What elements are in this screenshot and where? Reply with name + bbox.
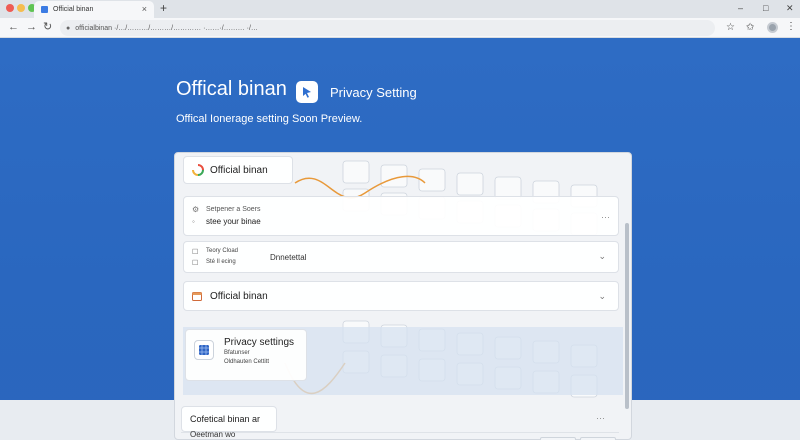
blue-grid-icon xyxy=(194,340,214,360)
tab-close-icon[interactable]: × xyxy=(142,4,147,14)
privacy-settings-line1: Bfatunser xyxy=(224,350,250,356)
cofetical-card[interactable]: Cofetical binan ar xyxy=(181,406,277,432)
more-options-icon[interactable]: ··· xyxy=(601,212,610,222)
official-binan-row-label: Official binan xyxy=(210,291,268,302)
back-button[interactable]: ← xyxy=(8,21,19,33)
setpener-line2: stee your binae xyxy=(206,217,261,226)
page-title: Offical binan xyxy=(176,78,287,100)
window-close-dot[interactable] xyxy=(6,4,14,12)
privacy-settings-line2: Oldhauten Cettitt xyxy=(224,359,270,365)
gear-icon: ⚙ xyxy=(192,205,200,214)
bookmark-star-icon[interactable]: ✩ xyxy=(746,22,754,33)
page-subtitle: Offical Ionerage setting Soon Preview. xyxy=(176,113,363,125)
teory-line1: Teory Cload xyxy=(206,248,239,254)
privacy-setting-heading: Privacy Setting xyxy=(330,85,417,100)
window-minimize-dot[interactable] xyxy=(17,4,25,12)
browser-tab[interactable]: Official binan × xyxy=(34,1,154,18)
calendar-icon xyxy=(192,292,202,301)
avatar[interactable] xyxy=(767,22,778,33)
browser-toolbar: ← → ↻ ● officialbinan ·/…/………/………/………… ·… xyxy=(0,18,800,38)
lock-icon: ● xyxy=(66,24,71,32)
privacy-settings-card[interactable]: Privacy settings Bfatunser Oldhauten Cet… xyxy=(185,329,307,381)
cursor-pointer-icon xyxy=(296,81,318,103)
setpener-line1: Setpener a Soers xyxy=(206,206,261,213)
shield-icon: ◦ xyxy=(192,217,195,226)
dnnetettal-label: Dnnetettal xyxy=(270,253,307,262)
tab-bar: Official binan × + – □ ✕ xyxy=(0,0,800,18)
official-binan-row[interactable]: Official binan ⌄ xyxy=(183,281,619,311)
teory-cload-card[interactable]: ☐ Teory Cload ☐ Sté Il ecing Dnnetettal … xyxy=(183,241,619,273)
chevron-down-icon[interactable]: ⌄ xyxy=(598,251,606,262)
address-bar[interactable]: ● officialbinan ·/…/………/………/………… ·……·/……… xyxy=(60,20,715,36)
cofetical-title: Cofetical binan ar xyxy=(190,414,261,424)
setpener-card[interactable]: ⚙ Setpener a Soers ◦ stee your binae ··· xyxy=(183,196,619,236)
new-tab-button[interactable]: + xyxy=(160,1,167,15)
star-icon[interactable]: ☆ xyxy=(726,22,735,33)
chevron-down-icon[interactable]: ⌄ xyxy=(598,291,606,302)
privacy-settings-title: Privacy settings xyxy=(224,337,295,348)
page-viewport: Offical binan Privacy Setting Offical Io… xyxy=(0,38,800,440)
forward-button[interactable]: → xyxy=(26,21,37,33)
color-wheel-icon xyxy=(192,164,204,176)
checkbox-icon: ☐ xyxy=(192,249,199,256)
tab-title: Official binan xyxy=(53,6,94,13)
official-binan-label: Official binan xyxy=(210,164,268,176)
reload-button[interactable]: ↻ xyxy=(43,21,52,33)
maximize-icon[interactable]: □ xyxy=(763,3,768,13)
close-window-icon[interactable]: ✕ xyxy=(786,3,794,14)
minimize-icon[interactable]: – xyxy=(738,3,743,13)
checkbox-icon: ☐ xyxy=(192,260,199,267)
teory-line2: Sté Il ecing xyxy=(206,259,236,265)
oeetman-label: Oeetman wo xyxy=(190,430,236,439)
url-text: officialbinan ·/…/………/………/………… ·……·/……… … xyxy=(75,24,258,32)
favicon-icon xyxy=(41,6,48,13)
menu-icon[interactable]: ⋮ xyxy=(786,21,796,32)
settings-panel: Official binan ⚙ Setpener a Soers ◦ stee… xyxy=(174,152,632,440)
official-binan-card[interactable]: Official binan xyxy=(183,156,293,184)
panel-scrollbar[interactable] xyxy=(625,223,629,409)
more-options-icon[interactable]: ··· xyxy=(596,413,605,423)
